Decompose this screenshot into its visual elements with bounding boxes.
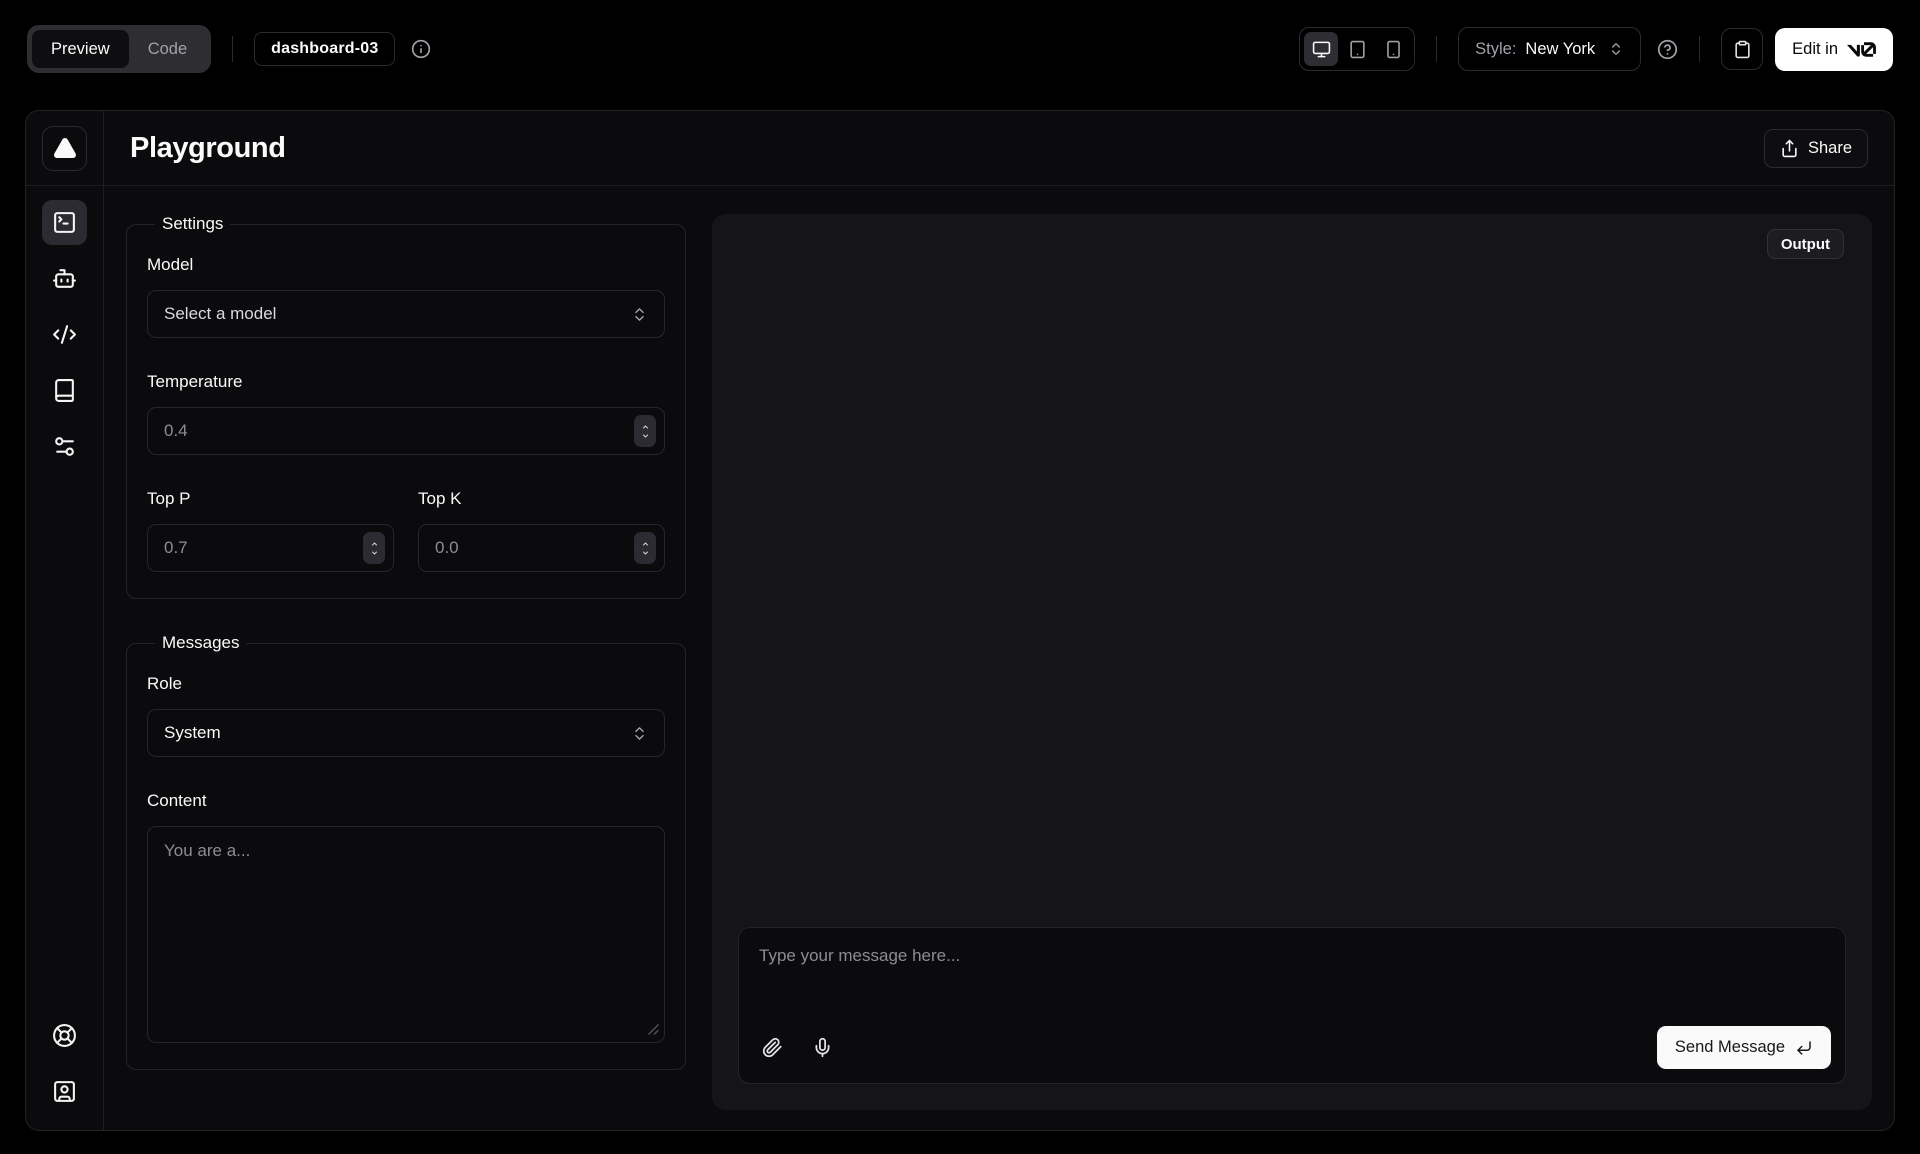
- style-select[interactable]: Style: New York: [1458, 27, 1641, 71]
- edit-in-label: Edit in: [1792, 40, 1838, 59]
- top-k-input[interactable]: [418, 524, 665, 572]
- content-textarea[interactable]: [147, 826, 665, 1043]
- device-desktop-button[interactable]: [1304, 32, 1338, 66]
- device-tablet-button[interactable]: [1340, 32, 1374, 66]
- toolbar-divider: [1699, 36, 1700, 62]
- role-select[interactable]: System: [147, 709, 665, 757]
- model-field: Model Select a model: [147, 255, 665, 338]
- square-user-icon: [52, 1079, 77, 1104]
- toolbar-left: Preview Code dashboard-03: [27, 25, 431, 73]
- tab-code[interactable]: Code: [129, 30, 206, 68]
- edit-in-v0-button[interactable]: Edit in: [1775, 28, 1893, 71]
- settings-sliders-icon: [52, 434, 77, 459]
- top-p-label: Top P: [147, 489, 394, 509]
- number-spinner-icon[interactable]: [363, 532, 385, 564]
- sidebar: [26, 111, 104, 1130]
- use-microphone-button[interactable]: [803, 1029, 841, 1067]
- temperature-label: Temperature: [147, 372, 665, 392]
- send-message-label: Send Message: [1675, 1038, 1785, 1057]
- top-p-k-row: Top P Top K: [147, 489, 665, 572]
- content-area: Settings Model Select a model Temperatur…: [104, 186, 1894, 1130]
- monitor-icon: [1312, 40, 1331, 59]
- smartphone-icon: [1384, 40, 1403, 59]
- toolbar-divider: [232, 36, 233, 62]
- square-terminal-icon: [52, 210, 77, 235]
- book-icon: [52, 378, 77, 403]
- info-icon[interactable]: [411, 39, 431, 59]
- code-icon: [52, 322, 77, 347]
- settings-column: Settings Model Select a model Temperatur…: [126, 204, 686, 1110]
- role-field: Role System: [147, 674, 665, 757]
- mic-icon: [812, 1037, 833, 1058]
- sidebar-item-help[interactable]: [42, 1013, 87, 1058]
- style-select-label: Style:: [1475, 40, 1516, 59]
- sidebar-item-account[interactable]: [42, 1069, 87, 1114]
- help-icon[interactable]: [1657, 39, 1678, 60]
- style-select-value: New York: [1525, 40, 1595, 59]
- page-title: Playground: [130, 132, 286, 165]
- sidebar-item-settings[interactable]: [42, 424, 87, 469]
- corner-down-left-icon: [1795, 1039, 1813, 1057]
- share-icon: [1780, 139, 1799, 158]
- block-name-badge: dashboard-03: [254, 32, 395, 66]
- settings-legend: Settings: [155, 214, 230, 234]
- top-k-field: Top K: [418, 489, 665, 572]
- bot-icon: [52, 266, 77, 291]
- preview-panel: Playground Share Settings Model Select a…: [25, 110, 1895, 1131]
- sidebar-item-documentation[interactable]: [42, 368, 87, 413]
- main-area: Playground Share Settings Model Select a…: [104, 111, 1894, 1130]
- temperature-input[interactable]: [147, 407, 665, 455]
- composer-toolbar: Send Message: [753, 1026, 1831, 1069]
- settings-fieldset: Settings Model Select a model Temperatur…: [126, 214, 686, 599]
- sidebar-item-api[interactable]: [42, 312, 87, 357]
- output-badge: Output: [1767, 229, 1844, 259]
- messages-legend: Messages: [155, 633, 246, 653]
- chevrons-up-down-icon: [1608, 41, 1624, 57]
- temperature-field: Temperature: [147, 372, 665, 455]
- model-select[interactable]: Select a model: [147, 290, 665, 338]
- life-buoy-icon: [52, 1023, 77, 1048]
- role-label: Role: [147, 674, 665, 694]
- tab-preview[interactable]: Preview: [32, 30, 129, 68]
- message-textarea[interactable]: [753, 940, 1831, 1026]
- toolbar-right: Style: New York Edit in: [1299, 27, 1893, 71]
- copy-code-button[interactable]: [1721, 28, 1763, 70]
- model-label: Model: [147, 255, 665, 275]
- top-k-label: Top K: [418, 489, 665, 509]
- view-toggle-group: Preview Code: [27, 25, 211, 73]
- share-button-label: Share: [1808, 139, 1852, 158]
- content-field: Content: [147, 791, 665, 1043]
- attach-file-button[interactable]: [753, 1029, 791, 1067]
- page-header: Playground Share: [104, 111, 1894, 186]
- device-mobile-button[interactable]: [1376, 32, 1410, 66]
- sidebar-logo-area: [26, 111, 103, 186]
- chevrons-up-down-icon: [631, 725, 648, 742]
- triangle-logo-icon: [53, 136, 77, 160]
- top-p-input[interactable]: [147, 524, 394, 572]
- role-select-value: System: [164, 723, 221, 743]
- model-select-value: Select a model: [164, 304, 276, 324]
- output-column: Output: [712, 204, 1872, 1110]
- sidebar-item-models[interactable]: [42, 256, 87, 301]
- share-button[interactable]: Share: [1764, 129, 1868, 168]
- v0-logo-icon: [1847, 42, 1876, 57]
- number-spinner-icon[interactable]: [634, 415, 656, 447]
- send-message-button[interactable]: Send Message: [1657, 1026, 1831, 1069]
- chevrons-up-down-icon: [631, 306, 648, 323]
- content-label: Content: [147, 791, 665, 811]
- messages-fieldset: Messages Role System Content: [126, 633, 686, 1070]
- device-toggle-group: [1299, 27, 1415, 71]
- top-p-field: Top P: [147, 489, 394, 572]
- message-composer: Send Message: [738, 927, 1846, 1084]
- tablet-icon: [1348, 40, 1367, 59]
- app-logo-button[interactable]: [42, 126, 87, 171]
- toolbar-divider: [1436, 36, 1437, 62]
- sidebar-item-playground[interactable]: [42, 200, 87, 245]
- paperclip-icon: [762, 1037, 783, 1058]
- clipboard-icon: [1733, 40, 1752, 59]
- sidebar-nav: [26, 186, 103, 1130]
- top-toolbar: Preview Code dashboard-03 Style: New Yor…: [0, 0, 1920, 98]
- output-area: Output: [712, 214, 1872, 1110]
- number-spinner-icon[interactable]: [634, 532, 656, 564]
